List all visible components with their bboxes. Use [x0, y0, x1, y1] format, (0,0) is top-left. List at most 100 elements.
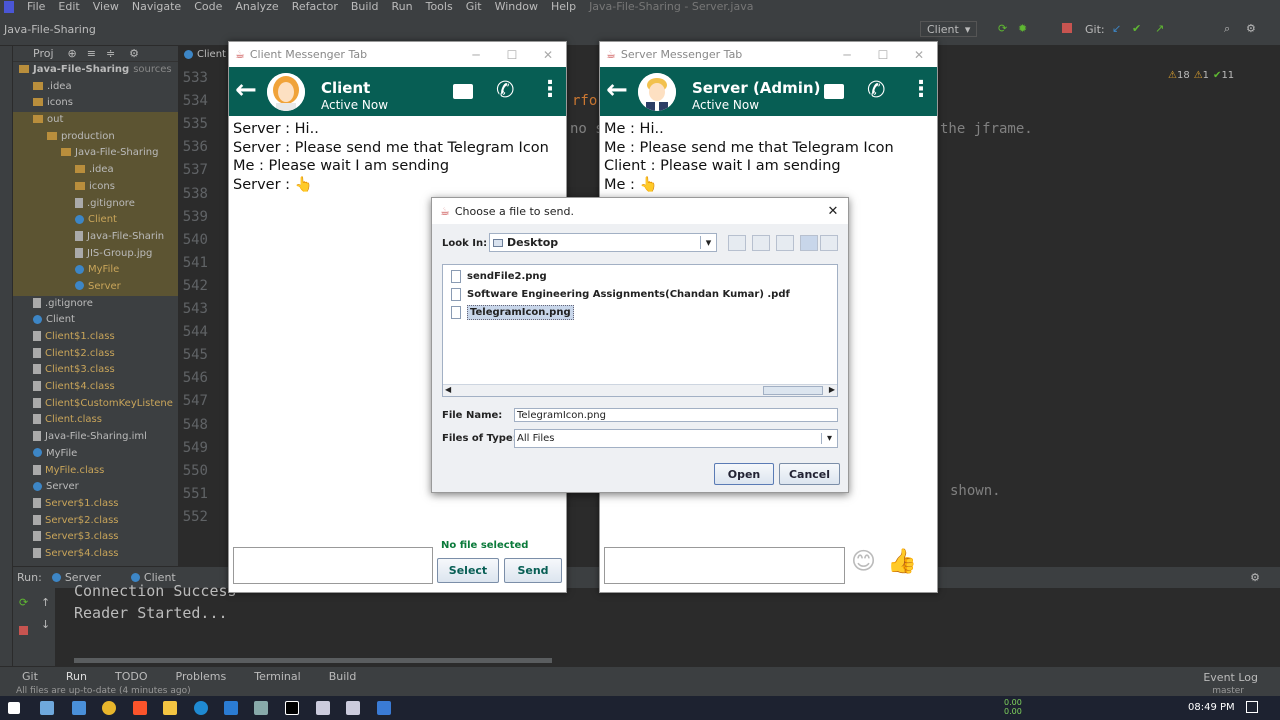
menu-analyze[interactable]: Analyze — [235, 0, 278, 13]
tab-terminal[interactable]: Terminal — [254, 670, 301, 683]
tree-item[interactable]: Server$3.class — [13, 529, 178, 546]
tree-item[interactable]: Java-File-Sharing.iml — [13, 429, 178, 446]
task-view-icon[interactable] — [40, 701, 54, 715]
tree-item[interactable]: .gitignore — [13, 296, 178, 313]
brave-icon[interactable] — [133, 701, 147, 715]
tree-item[interactable]: icons — [13, 95, 178, 112]
list-view-icon[interactable] — [800, 235, 818, 251]
stop-icon[interactable] — [19, 626, 28, 635]
tree-item[interactable]: icons — [13, 178, 178, 196]
tree-item[interactable]: Client.class — [13, 412, 178, 429]
tree-item[interactable]: Java-File-Sharing — [13, 145, 178, 163]
menu-code[interactable]: Code — [194, 0, 222, 13]
phone-icon[interactable]: ✆ — [867, 78, 885, 103]
tree-item[interactable]: Client$1.class — [13, 329, 178, 346]
tree-item[interactable]: Server$2.class — [13, 513, 178, 530]
tree-item[interactable]: .idea — [13, 162, 178, 179]
windows-start-icon[interactable] — [8, 702, 20, 714]
video-call-icon[interactable] — [453, 84, 473, 99]
tree-item[interactable]: MyFile — [13, 262, 178, 279]
tab-run[interactable]: Run — [66, 670, 87, 683]
menu-navigate[interactable]: Navigate — [132, 0, 181, 13]
notification-icon[interactable] — [1246, 701, 1258, 713]
tree-item[interactable]: Client$3.class — [13, 362, 178, 379]
up-folder-icon[interactable] — [728, 235, 746, 251]
menu-refactor[interactable]: Refactor — [292, 0, 338, 13]
debug-icon[interactable]: ✹ — [1018, 22, 1027, 35]
close-icon[interactable]: ✕ — [818, 204, 848, 219]
back-arrow-icon[interactable]: ← — [235, 75, 257, 105]
back-arrow-icon[interactable]: ← — [606, 75, 628, 105]
minimize-button[interactable]: ─ — [458, 48, 494, 62]
message-input[interactable] — [233, 547, 433, 584]
home-icon[interactable] — [752, 235, 770, 251]
clock[interactable]: 08:49 PM — [1188, 702, 1235, 713]
files-of-type-combo[interactable]: All Files ▾ — [514, 429, 838, 448]
tree-item[interactable]: Java-File-Sharing sources — [13, 62, 178, 79]
close-button[interactable]: ✕ — [901, 48, 937, 62]
video-call-icon[interactable] — [824, 84, 844, 99]
file-item[interactable]: sendFile2.png — [443, 267, 837, 285]
menu-file[interactable]: File — [27, 0, 45, 13]
tree-item[interactable]: MyFile — [13, 446, 178, 463]
file-explorer-icon[interactable] — [163, 701, 177, 715]
more-menu-icon[interactable]: ⋮ — [539, 77, 561, 102]
tree-item[interactable]: Client — [13, 212, 178, 229]
scroll-thumb[interactable] — [763, 386, 823, 395]
close-button[interactable]: ✕ — [530, 48, 566, 62]
java-app-icon[interactable] — [346, 701, 360, 715]
rerun-icon[interactable]: ⟳ — [19, 596, 28, 609]
smile-emoji-button[interactable]: 😊 — [851, 547, 876, 575]
tree-item[interactable]: JIS-Group.jpg — [13, 245, 178, 263]
horizontal-scrollbar[interactable]: ◀ ▶ — [443, 384, 837, 396]
tree-item[interactable]: Server — [13, 479, 178, 496]
git-update-icon[interactable]: ↙ — [1112, 22, 1121, 35]
menu-build[interactable]: Build — [351, 0, 379, 13]
tab-todo[interactable]: TODO — [115, 670, 148, 683]
cancel-button[interactable]: Cancel — [779, 463, 840, 485]
look-in-combo[interactable]: Desktop ▾ — [489, 233, 717, 252]
message-input[interactable] — [604, 547, 845, 584]
tree-item[interactable]: Client$4.class — [13, 379, 178, 396]
tab-build[interactable]: Build — [329, 670, 357, 683]
app-icon[interactable] — [377, 701, 391, 715]
java-app-icon[interactable] — [316, 701, 330, 715]
project-breadcrumb[interactable]: Java-File-Sharing — [4, 23, 96, 36]
tree-item[interactable]: Client$CustomKeyListene — [13, 396, 178, 413]
tree-item[interactable]: Client — [13, 312, 178, 329]
menu-view[interactable]: View — [93, 0, 119, 13]
app-icon[interactable] — [254, 701, 268, 715]
file-name-input[interactable]: TelegramIcon.png — [514, 408, 838, 422]
tree-item[interactable]: MyFile.class — [13, 463, 178, 480]
app-icon[interactable] — [72, 701, 86, 715]
tab-problems[interactable]: Problems — [176, 670, 227, 683]
file-item[interactable]: Software Engineering Assignments(Chandan… — [443, 285, 837, 303]
rerun-icon[interactable]: ⟳ — [998, 22, 1007, 35]
file-item-selected[interactable]: TelegramIcon.png — [443, 303, 837, 321]
select-file-button[interactable]: Select — [437, 558, 499, 583]
tree-item[interactable]: out — [13, 112, 178, 129]
tree-item[interactable]: Server — [13, 278, 178, 296]
new-folder-icon[interactable] — [776, 235, 794, 251]
collapse-all-icon[interactable]: ≑ — [106, 47, 115, 60]
tree-item[interactable]: production — [13, 128, 178, 146]
thumbs-up-button[interactable]: 👍 — [887, 547, 917, 575]
menu-tools[interactable]: Tools — [426, 0, 453, 13]
menu-edit[interactable]: Edit — [58, 0, 79, 13]
editor-tab-client[interactable]: Client — [184, 47, 226, 61]
tree-item[interactable]: Client$2.class — [13, 346, 178, 363]
up-arrow-icon[interactable]: ↑ — [41, 596, 50, 609]
tree-item[interactable]: Server$4.class — [13, 546, 178, 563]
send-button[interactable]: Send — [504, 558, 562, 583]
maximize-button[interactable]: ☐ — [494, 48, 530, 62]
chrome-icon[interactable] — [102, 701, 116, 715]
details-view-icon[interactable] — [820, 235, 838, 251]
more-menu-icon[interactable]: ⋮ — [910, 77, 932, 102]
open-button[interactable]: Open — [714, 463, 774, 485]
event-log[interactable]: Event Log — [1203, 671, 1258, 684]
tree-item[interactable]: .idea — [13, 79, 178, 96]
locate-icon[interactable]: ⊕ — [68, 47, 77, 60]
tab-git[interactable]: Git — [22, 670, 38, 683]
project-panel-title[interactable]: Proj — [33, 47, 54, 60]
git-push-icon[interactable]: ↗ — [1155, 22, 1164, 35]
